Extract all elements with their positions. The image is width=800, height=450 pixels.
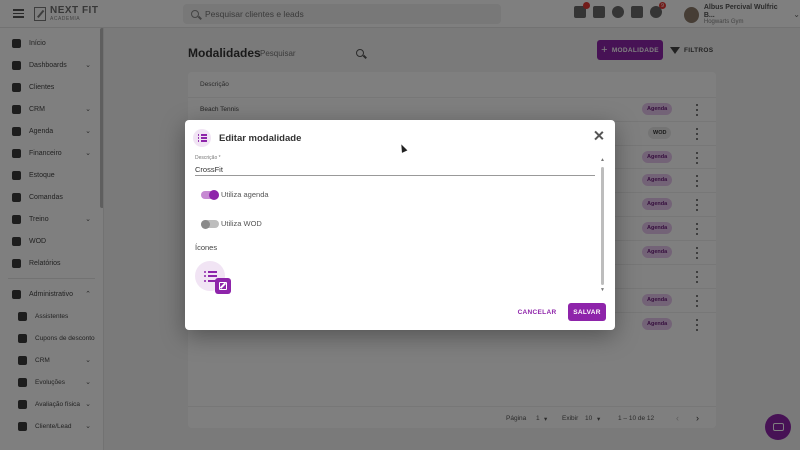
description-field[interactable] [195, 163, 595, 176]
dialog-scroll-thumb[interactable] [601, 167, 604, 285]
utiliza-agenda-label: Utiliza agenda [221, 190, 269, 199]
utiliza-agenda-toggle[interactable] [201, 190, 219, 200]
dialog-title: Editar modalidade [219, 132, 302, 144]
close-icon[interactable] [593, 130, 605, 142]
utiliza-wod-label: Utiliza WOD [221, 219, 262, 228]
dialog-scrollbar[interactable]: ▲ ▼ [600, 157, 606, 293]
list-icon [193, 129, 211, 147]
scroll-up-icon[interactable]: ▲ [600, 157, 605, 163]
cancel-button[interactable]: CANCELAR [516, 304, 558, 321]
edit-icon-button[interactable] [215, 278, 231, 294]
pencil-icon [219, 282, 227, 290]
edit-modalidade-dialog: Editar modalidade Descrição * Utiliza ag… [185, 120, 615, 330]
scroll-down-icon[interactable]: ▼ [600, 287, 605, 293]
utiliza-wod-toggle[interactable] [201, 219, 219, 229]
description-field-label: Descrição * [195, 155, 221, 161]
save-button[interactable]: SALVAR [568, 303, 606, 321]
icons-section-label: Ícones [195, 243, 218, 252]
